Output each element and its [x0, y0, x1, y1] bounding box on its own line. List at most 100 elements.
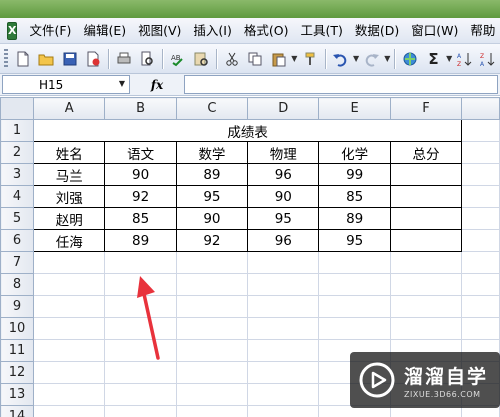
column-header-b[interactable]: B [104, 97, 177, 120]
excel-app-icon[interactable]: X [7, 21, 18, 40]
row-header-6[interactable]: 6 [0, 229, 35, 252]
data-cell[interactable]: 85 [104, 207, 177, 230]
cell[interactable] [461, 295, 500, 318]
row-header-7[interactable]: 7 [0, 251, 35, 274]
cell[interactable] [461, 317, 500, 340]
cell[interactable] [247, 383, 320, 406]
data-cell[interactable]: 99 [318, 163, 391, 186]
format-painter-icon[interactable] [299, 48, 321, 70]
cell[interactable] [247, 405, 320, 417]
select-all-corner[interactable] [0, 97, 35, 120]
cell[interactable] [33, 295, 106, 318]
cell[interactable] [247, 361, 320, 384]
cell[interactable] [247, 251, 320, 274]
cell[interactable] [104, 361, 177, 384]
menu-edit[interactable]: 编辑(E) [77, 18, 132, 44]
cell[interactable] [461, 251, 500, 274]
row-header-13[interactable]: 13 [0, 383, 35, 406]
data-cell[interactable]: 任海 [33, 229, 106, 252]
header-cell-physics[interactable]: 物理 [247, 141, 320, 164]
research-icon[interactable] [190, 48, 212, 70]
column-header-a[interactable]: A [33, 97, 106, 120]
cell[interactable] [461, 141, 500, 164]
cell[interactable] [104, 405, 177, 417]
cell[interactable] [461, 163, 500, 186]
data-cell[interactable]: 85 [318, 185, 391, 208]
copy-icon[interactable] [244, 48, 266, 70]
menu-file[interactable]: 文件(F) [23, 18, 77, 44]
data-cell[interactable]: 89 [175, 163, 249, 186]
cell[interactable] [175, 273, 249, 296]
cell[interactable] [175, 383, 249, 406]
cell[interactable] [461, 207, 500, 230]
data-cell[interactable]: 90 [104, 163, 177, 186]
hyperlink-icon[interactable] [399, 48, 421, 70]
data-cell[interactable] [389, 185, 463, 208]
paste-icon[interactable] [268, 48, 290, 70]
column-header-c[interactable]: C [175, 97, 249, 120]
row-header-8[interactable]: 8 [0, 273, 35, 296]
cell[interactable] [104, 273, 177, 296]
sheet-title-cell[interactable]: 成绩表 [33, 119, 463, 142]
data-cell[interactable]: 92 [175, 229, 249, 252]
menu-window[interactable]: 窗口(W) [405, 18, 464, 44]
column-header-f[interactable]: F [389, 97, 463, 120]
cell[interactable] [247, 339, 320, 362]
row-header-10[interactable]: 10 [0, 317, 35, 340]
data-cell[interactable]: 95 [247, 207, 320, 230]
cut-icon[interactable] [221, 48, 243, 70]
cell[interactable] [318, 251, 391, 274]
cell[interactable] [175, 361, 249, 384]
cell[interactable] [247, 295, 320, 318]
menu-view[interactable]: 视图(V) [132, 18, 187, 44]
redo-icon[interactable] [361, 48, 383, 70]
cell[interactable] [33, 317, 106, 340]
data-cell[interactable] [389, 207, 463, 230]
row-header-9[interactable]: 9 [0, 295, 35, 318]
data-cell[interactable]: 马兰 [33, 163, 106, 186]
cell[interactable] [461, 229, 500, 252]
data-cell[interactable]: 赵明 [33, 207, 106, 230]
cell[interactable] [104, 317, 177, 340]
header-cell-chinese[interactable]: 语文 [104, 141, 177, 164]
row-header-4[interactable]: 4 [0, 185, 35, 208]
permission-icon[interactable] [82, 48, 104, 70]
data-cell[interactable]: 96 [247, 229, 320, 252]
cell[interactable] [175, 405, 249, 417]
paste-dropdown-icon[interactable]: ▼ [290, 48, 298, 70]
row-header-12[interactable]: 12 [0, 361, 35, 384]
cell[interactable] [175, 317, 249, 340]
column-header-g[interactable] [461, 97, 500, 120]
redo-dropdown-icon[interactable]: ▼ [383, 48, 391, 70]
cell[interactable] [33, 339, 106, 362]
data-cell[interactable] [389, 229, 463, 252]
cell[interactable] [461, 273, 500, 296]
cell[interactable] [104, 251, 177, 274]
cell[interactable] [175, 251, 249, 274]
cell[interactable] [389, 317, 463, 340]
data-cell[interactable]: 95 [175, 185, 249, 208]
cell[interactable] [175, 339, 249, 362]
cell[interactable] [33, 383, 106, 406]
undo-dropdown-icon[interactable]: ▼ [352, 48, 360, 70]
cell[interactable] [104, 383, 177, 406]
sort-ascending-icon[interactable]: AZ [454, 48, 476, 70]
header-cell-chemistry[interactable]: 化学 [318, 141, 391, 164]
name-box[interactable]: H15 ▼ [2, 75, 130, 94]
autosum-icon[interactable]: Σ [423, 48, 445, 70]
data-cell[interactable]: 90 [175, 207, 249, 230]
cell[interactable] [33, 273, 106, 296]
data-cell[interactable]: 刘强 [33, 185, 106, 208]
cell[interactable] [461, 185, 500, 208]
row-header-1[interactable]: 1 [0, 119, 35, 142]
header-cell-total[interactable]: 总分 [389, 141, 463, 164]
cell[interactable] [247, 273, 320, 296]
cell[interactable] [104, 295, 177, 318]
undo-icon[interactable] [330, 48, 352, 70]
data-cell[interactable] [389, 163, 463, 186]
menu-insert[interactable]: 插入(I) [187, 18, 237, 44]
open-folder-icon[interactable] [35, 48, 57, 70]
row-header-14[interactable]: 14 [0, 405, 35, 417]
cell[interactable] [389, 273, 463, 296]
cell[interactable] [175, 295, 249, 318]
